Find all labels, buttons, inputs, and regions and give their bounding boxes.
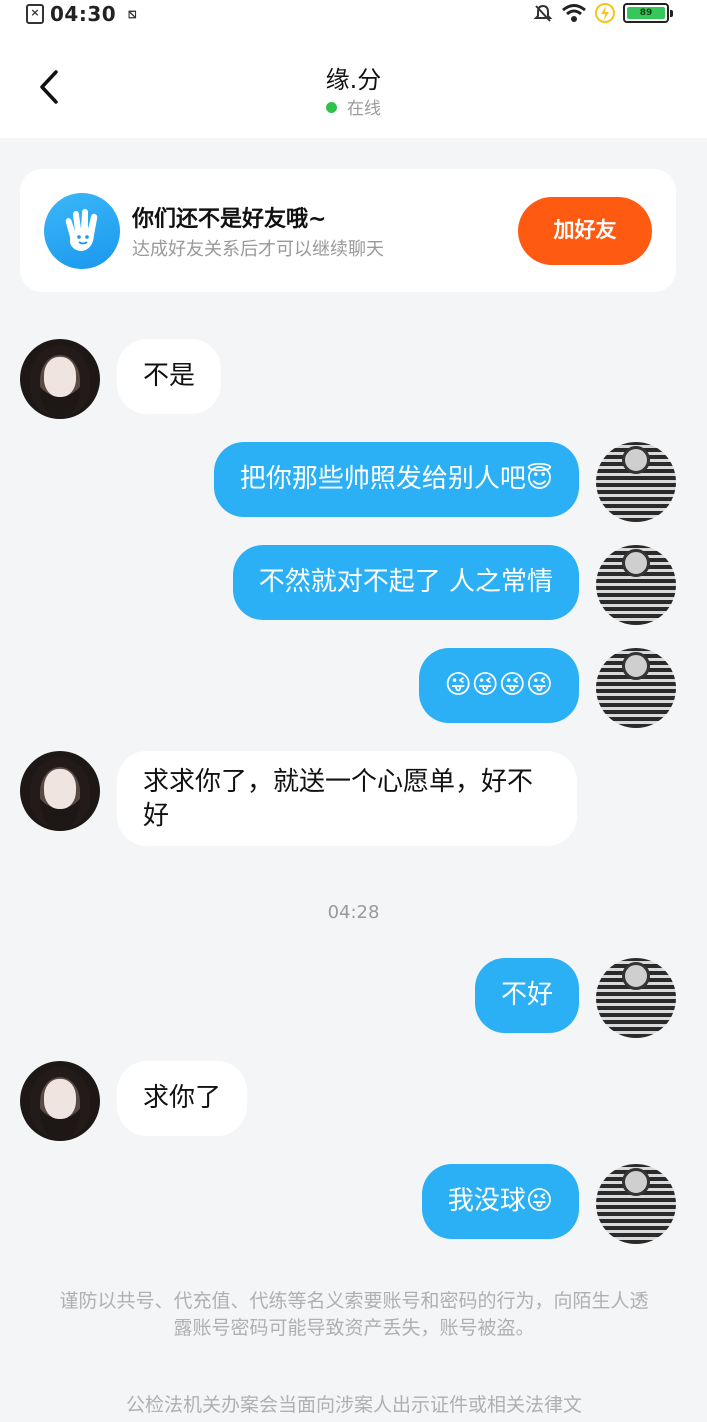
message-bubble-sent[interactable]: 不然就对不起了 人之常情 — [232, 545, 579, 620]
sim-off-icon: × — [26, 4, 44, 24]
my-avatar[interactable] — [596, 958, 676, 1038]
my-avatar[interactable] — [596, 545, 676, 625]
avatar-face — [44, 1079, 76, 1119]
avatar-skull — [622, 962, 650, 990]
avatar-skull — [622, 549, 650, 577]
message-bubble-sent[interactable]: 我没球😜 — [421, 1164, 579, 1239]
my-avatar[interactable] — [596, 648, 676, 728]
my-avatar[interactable] — [596, 442, 676, 522]
security-notice: 公检法机关办案会当面向涉案人出示证件或相关法律文 — [125, 1394, 582, 1416]
add-friend-card: 你们还不是好友哦~ 达成好友关系后才可以继续聊天 加好友 — [20, 169, 676, 292]
message-bubble-sent[interactable]: 😜😜😜😜 — [418, 648, 579, 723]
add-friend-button[interactable]: 加好友 — [518, 197, 652, 265]
battery-icon: 89 — [623, 3, 673, 23]
avatar-skull — [622, 652, 650, 680]
chat-title: 缘.分 — [325, 66, 382, 94]
avatar-face — [44, 357, 76, 397]
presence-status: 在线 — [0, 94, 707, 119]
wave-hand-icon — [44, 193, 120, 269]
message-bubble-received[interactable]: 求求你了，就送一个心愿单，好不好 — [117, 751, 577, 846]
contact-avatar[interactable] — [20, 339, 100, 419]
chat-header: 缘.分 在线 — [0, 30, 707, 138]
online-dot-icon — [326, 102, 337, 113]
message-bubble-sent[interactable]: 把你那些帅照发给别人吧😇 — [213, 442, 579, 517]
presence-label: 在线 — [347, 99, 381, 119]
contact-avatar[interactable] — [20, 1061, 100, 1141]
avatar-skull — [622, 1168, 650, 1196]
message-bubble-received[interactable]: 求你了 — [117, 1061, 248, 1136]
card-title: 你们还不是好友哦~ — [132, 207, 327, 232]
avatar-skull — [622, 446, 650, 474]
wifi-icon — [562, 4, 586, 22]
time-separator: 04:28 — [327, 902, 380, 923]
mute-icon — [533, 4, 553, 22]
battery-level: 89 — [627, 7, 665, 19]
avatar-face — [44, 769, 76, 809]
screenshot-icon: ⧅ — [127, 6, 137, 22]
security-notice: 谨防以共号、代充值、代练等名义索要账号和密码的行为，向陌生人透露账号密码可能导致… — [59, 1290, 649, 1339]
card-subtitle: 达成好友关系后才可以继续聊天 — [132, 239, 384, 260]
message-bubble-received[interactable]: 不是 — [117, 339, 222, 414]
charging-icon — [595, 3, 615, 23]
status-bar-right: 89 — [533, 3, 673, 23]
status-bar: × 04:30 ⧅ 89 — [0, 0, 707, 30]
contact-avatar[interactable] — [20, 751, 100, 831]
my-avatar[interactable] — [596, 1164, 676, 1244]
message-bubble-sent[interactable]: 不好 — [474, 958, 579, 1033]
status-bar-left: × 04:30 ⧅ — [26, 2, 142, 26]
status-time: 04:30 — [50, 2, 117, 26]
